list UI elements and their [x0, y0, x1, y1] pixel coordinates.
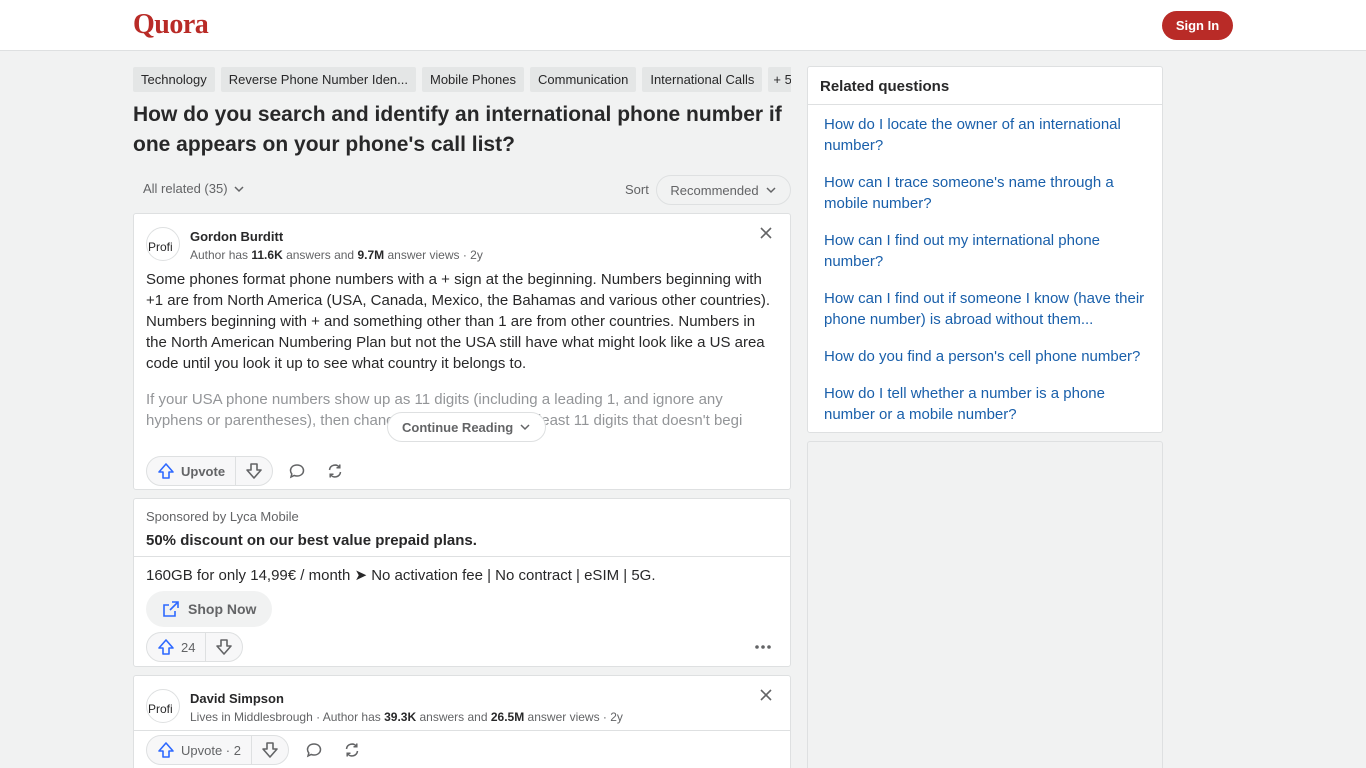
vote-group: 24 [146, 632, 244, 662]
divider [134, 730, 790, 731]
refresh-share-icon [328, 464, 342, 478]
downvote-button[interactable] [236, 457, 272, 485]
share-button[interactable] [325, 461, 345, 481]
tag-more[interactable]: + 5 [768, 67, 791, 92]
sort-label: Sort [625, 182, 649, 197]
avatar[interactable]: Profi [146, 227, 180, 261]
upvote-arrow-icon [158, 742, 174, 758]
upvote-arrow-icon [158, 463, 174, 479]
upvote-button[interactable]: Upvote · 2 [147, 736, 252, 764]
related-heading: Related questions [820, 78, 950, 95]
related-question-link[interactable]: How do I locate the owner of an internat… [824, 114, 1154, 156]
answer-card: Profi David Simpson Lives in Middlesbrou… [133, 675, 791, 768]
related-question-link[interactable]: How can I trace someone's name through a… [824, 172, 1154, 214]
external-link-icon [163, 601, 179, 617]
downvote-arrow-icon [262, 742, 278, 758]
upvote-button[interactable]: Upvote [147, 457, 237, 485]
chevron-down-icon [520, 424, 530, 431]
more-options-button[interactable] [753, 637, 773, 657]
more-dots-icon [755, 645, 771, 649]
comment-icon [289, 464, 305, 479]
chevron-down-icon [234, 185, 244, 192]
downvote-button[interactable] [206, 633, 242, 661]
continue-reading-button[interactable]: Continue Reading [387, 412, 547, 442]
downvote-arrow-icon [246, 463, 262, 479]
sort-dropdown[interactable]: Recommended [656, 175, 791, 205]
tag-mobile-phones[interactable]: Mobile Phones [422, 67, 524, 92]
downvote-button[interactable] [252, 736, 288, 764]
shop-now-button[interactable]: Shop Now [146, 591, 273, 627]
ad-title[interactable]: 50% discount on our best value prepaid p… [146, 532, 477, 549]
divider [134, 556, 790, 557]
related-question-link[interactable]: How do you find a person's cell phone nu… [824, 346, 1154, 367]
top-bar: Quora Sign In [0, 0, 1366, 51]
comment-button[interactable] [287, 461, 307, 481]
related-question-link[interactable]: How can I find out my international phon… [824, 230, 1154, 272]
sponsored-card: Sponsored by Lyca Mobile 50% discount on… [133, 498, 791, 667]
author-name[interactable]: David Simpson [190, 691, 284, 706]
all-related-label: All related (35) [143, 181, 228, 196]
related-questions-panel: Related questions How do I locate the ow… [807, 66, 1163, 433]
chevron-down-icon [766, 187, 776, 194]
upvote-button[interactable]: 24 [147, 633, 207, 661]
comment-icon [306, 743, 322, 758]
vote-group: Upvote · 2 [146, 735, 289, 765]
quora-logo[interactable]: Quora [133, 9, 209, 41]
answer-text: Some phones format phone numbers with a … [146, 271, 771, 372]
downvote-arrow-icon [216, 639, 233, 655]
sign-in-button[interactable]: Sign In [1162, 11, 1233, 40]
author-credentials: Author has 11.6K answers and 9.7M answer… [190, 248, 483, 262]
sidebar-ad-placeholder [807, 441, 1163, 768]
vote-group: Upvote [146, 456, 274, 486]
all-related-filter[interactable]: All related (35) [143, 181, 245, 196]
share-button[interactable] [342, 740, 362, 760]
author-credentials: Lives in Middlesbrough · Author has 39.3… [190, 710, 623, 724]
tag-communication[interactable]: Communication [530, 67, 637, 92]
close-icon[interactable] [759, 688, 773, 702]
avatar[interactable]: Profi [146, 689, 180, 723]
author-name[interactable]: Gordon Burditt [190, 229, 283, 244]
sponsor-label[interactable]: Sponsored by Lyca Mobile [146, 509, 299, 524]
ad-text: 160GB for only 14,99€ / month ➤ No activ… [146, 567, 656, 584]
upvote-arrow-icon [158, 639, 174, 655]
related-question-link[interactable]: How can I find out if someone I know (ha… [824, 288, 1154, 330]
sort-value: Recommended [670, 182, 759, 198]
divider [808, 104, 1162, 105]
comment-button[interactable] [304, 740, 324, 760]
answer-card: Profi Gordon Burditt Author has 11.6K an… [133, 213, 791, 490]
topic-tags: Technology Reverse Phone Number Iden... … [133, 67, 791, 92]
tag-international-calls[interactable]: International Calls [642, 67, 763, 92]
question-title: How do you search and identify an intern… [133, 103, 782, 156]
related-question-link[interactable]: How do I tell whether a number is a phon… [824, 383, 1154, 425]
close-icon[interactable] [759, 226, 773, 240]
refresh-share-icon [345, 743, 359, 757]
tag-technology[interactable]: Technology [133, 67, 215, 92]
tag-reverse-phone[interactable]: Reverse Phone Number Iden... [220, 67, 416, 92]
